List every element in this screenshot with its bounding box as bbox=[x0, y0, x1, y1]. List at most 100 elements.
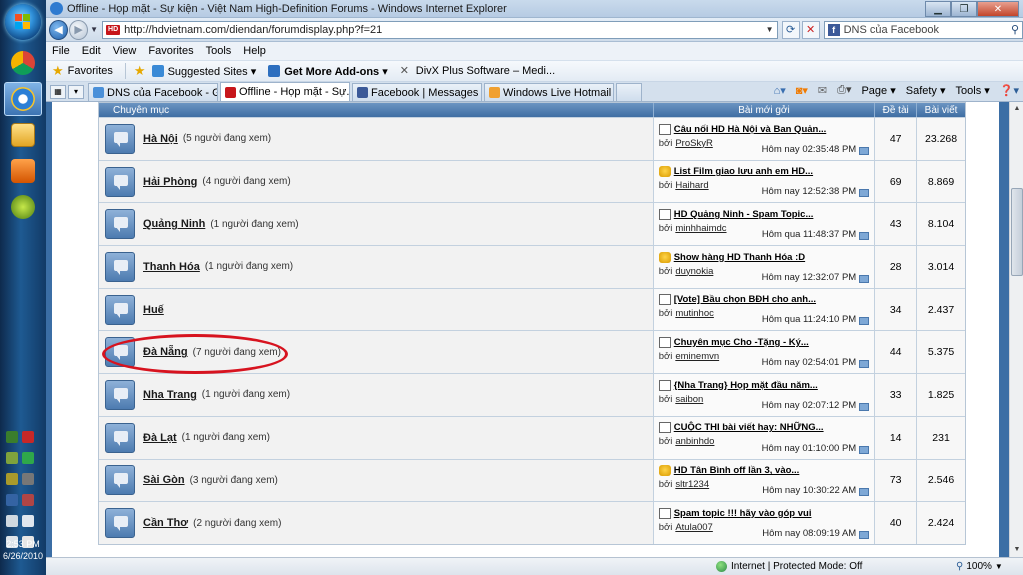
new-tab-button[interactable] bbox=[616, 83, 642, 101]
scroll-down-icon[interactable]: ▼ bbox=[1011, 543, 1023, 557]
forward-button[interactable]: ▶ bbox=[69, 19, 89, 40]
tab-hotmail[interactable]: Windows Live Hotmail bbox=[484, 83, 614, 101]
search-box[interactable]: f DNS của Facebook ⚲ bbox=[823, 20, 1023, 39]
close-button[interactable]: ✕ bbox=[977, 1, 1019, 17]
forum-link[interactable]: Huế bbox=[143, 304, 164, 316]
history-dropdown-icon[interactable]: ▼ bbox=[90, 25, 98, 34]
forum-link[interactable]: Nha Trang bbox=[143, 389, 197, 401]
last-post-link[interactable]: Show hàng HD Thanh Hóa :D bbox=[658, 250, 870, 264]
last-post-link[interactable]: Spam topic !!! hãy vào góp vui bbox=[658, 506, 870, 520]
tab-dns-facebook[interactable]: DNS của Facebook - Goog... bbox=[88, 83, 218, 101]
forum-link[interactable]: Hà Nội bbox=[143, 133, 178, 145]
tray-battery-icon[interactable] bbox=[6, 431, 18, 443]
help-icon[interactable]: ❓▾ bbox=[1000, 84, 1019, 97]
page-menu[interactable]: Page ▾ bbox=[861, 84, 895, 97]
go-to-last-post-icon[interactable] bbox=[859, 488, 870, 497]
last-post-user[interactable]: Haihard bbox=[675, 180, 708, 191]
forum-link[interactable]: Sài Gòn bbox=[143, 474, 185, 486]
last-post-link[interactable]: List Film giao lưu anh em HD... bbox=[658, 165, 870, 179]
tray-shield-icon[interactable] bbox=[22, 473, 34, 485]
last-post-user[interactable]: mutinhoc bbox=[675, 308, 714, 319]
forum-link[interactable]: Hải Phòng bbox=[143, 176, 197, 188]
last-post-user[interactable]: ProSkyR bbox=[675, 138, 712, 149]
last-post-user[interactable]: saibon bbox=[675, 394, 703, 405]
forum-link[interactable]: Cần Thơ bbox=[143, 517, 188, 529]
taskbar-chrome[interactable] bbox=[4, 46, 42, 80]
fav-get-more-addons[interactable]: Get More Add-ons ▾ bbox=[268, 65, 388, 78]
stop-icon[interactable]: ✕ bbox=[801, 20, 820, 39]
forum-link[interactable]: Thanh Hóa bbox=[143, 261, 200, 273]
maximize-button[interactable]: ❐ bbox=[951, 1, 977, 17]
search-icon[interactable]: ⚲ bbox=[1011, 23, 1019, 36]
forum-link[interactable]: Quảng Ninh bbox=[143, 218, 205, 230]
tray-app-icon[interactable] bbox=[6, 452, 18, 464]
tab-facebook-messages[interactable]: Facebook | Messages bbox=[352, 83, 482, 101]
forum-link[interactable]: Đà Lạt bbox=[143, 432, 177, 444]
scrollbar-thumb[interactable] bbox=[1011, 188, 1023, 276]
minimize-button[interactable]: ▁ bbox=[925, 1, 951, 17]
fav-suggested-sites[interactable]: Suggested Sites ▾ bbox=[151, 65, 256, 78]
last-post-link[interactable]: HD Quảng Ninh - Spam Topic... bbox=[658, 207, 870, 221]
tab-offline-hop-mat[interactable]: Offline - Họp mặt - Sự... ✕ bbox=[220, 82, 350, 101]
last-post-user[interactable]: eminemvn bbox=[675, 351, 719, 362]
last-post-link[interactable]: {Nha Trang} Họp mặt đầu năm... bbox=[658, 378, 870, 392]
go-to-last-post-icon[interactable] bbox=[859, 232, 870, 241]
forum-link[interactable]: Đà Nẵng bbox=[143, 346, 188, 358]
go-to-last-post-icon[interactable] bbox=[859, 360, 870, 369]
go-to-last-post-icon[interactable] bbox=[859, 445, 870, 454]
back-button[interactable]: ◀ bbox=[49, 19, 69, 40]
last-post-user[interactable]: Atula007 bbox=[675, 522, 713, 533]
tray-n-icon[interactable] bbox=[6, 494, 18, 506]
go-to-last-post-icon[interactable] bbox=[859, 530, 870, 539]
add-favorite-icon[interactable]: ★ bbox=[134, 63, 146, 79]
menu-favorites[interactable]: Favorites bbox=[148, 45, 193, 57]
go-to-last-post-icon[interactable] bbox=[859, 317, 870, 326]
clock[interactable]: 2:53 PM 6/26/2010 bbox=[0, 538, 46, 562]
address-bar[interactable]: HD http://hdvietnam.com/diendan/forumdis… bbox=[102, 20, 778, 39]
last-post-link[interactable]: CUỘC THI bài viết hay: NHỮNG... bbox=[658, 421, 870, 435]
last-post-link[interactable]: Chuyên mục Cho -Tặng - Ký... bbox=[658, 335, 870, 349]
tray-play-icon[interactable] bbox=[22, 452, 34, 464]
zoom-control[interactable]: ⚲ 100% ▼ bbox=[956, 561, 1003, 572]
tools-menu[interactable]: Tools ▾ bbox=[956, 84, 990, 97]
tab-list-icon[interactable]: ▾ bbox=[68, 85, 84, 99]
go-to-last-post-icon[interactable] bbox=[859, 402, 870, 411]
last-post-link[interactable]: HD Tân Bình off lần 3, vào... bbox=[658, 464, 870, 478]
last-post-user[interactable]: sltr1234 bbox=[675, 479, 709, 490]
menu-file[interactable]: File bbox=[52, 45, 70, 57]
taskbar-internet-explorer[interactable] bbox=[4, 82, 42, 116]
start-button[interactable] bbox=[5, 4, 41, 40]
security-zone[interactable]: Internet | Protected Mode: Off bbox=[716, 561, 862, 572]
last-post-link[interactable]: [Vote] Bầu chọn BĐH cho anh... bbox=[658, 293, 870, 307]
refresh-icon[interactable]: ⟳ bbox=[781, 20, 800, 39]
menu-view[interactable]: View bbox=[113, 45, 137, 57]
menu-help[interactable]: Help bbox=[243, 45, 266, 57]
tray-v-icon[interactable] bbox=[22, 431, 34, 443]
taskbar-explorer[interactable] bbox=[4, 118, 42, 152]
taskbar-app[interactable] bbox=[4, 190, 42, 224]
menu-edit[interactable]: Edit bbox=[82, 45, 101, 57]
last-post-user[interactable]: anbinhdo bbox=[675, 436, 714, 447]
tray-update-icon[interactable] bbox=[6, 515, 18, 527]
tray-rocket-icon[interactable] bbox=[22, 494, 34, 506]
scroll-up-icon[interactable]: ▲ bbox=[1011, 102, 1023, 116]
menu-tools[interactable]: Tools bbox=[206, 45, 232, 57]
address-dropdown-icon[interactable]: ▼ bbox=[766, 25, 774, 34]
go-to-last-post-icon[interactable] bbox=[859, 146, 870, 155]
last-post-link[interactable]: Câu nối HD Hà Nội và Ban Quản... bbox=[658, 122, 870, 136]
safety-menu[interactable]: Safety ▾ bbox=[906, 84, 946, 97]
quick-tabs-icon[interactable]: ▦ bbox=[50, 85, 66, 99]
fav-divx[interactable]: ✕ DivX Plus Software – Medi... bbox=[400, 65, 555, 77]
last-post-user[interactable]: duynokia bbox=[675, 266, 713, 277]
print-icon[interactable]: ⎙▾ bbox=[837, 83, 851, 97]
taskbar-media-player[interactable] bbox=[4, 154, 42, 188]
last-post-user[interactable]: minhhaimdc bbox=[675, 223, 726, 234]
read-mail-icon[interactable]: ✉ bbox=[818, 84, 827, 97]
home-icon[interactable]: ⌂▾ bbox=[774, 84, 786, 97]
favorites-button[interactable]: ★ Favorites bbox=[52, 63, 113, 79]
tray-wand-icon[interactable] bbox=[6, 473, 18, 485]
go-to-last-post-icon[interactable] bbox=[859, 189, 870, 198]
feeds-icon[interactable]: ◙▾ bbox=[796, 84, 808, 97]
vertical-scrollbar[interactable]: ▲ ▼ bbox=[1009, 102, 1023, 557]
go-to-last-post-icon[interactable] bbox=[859, 274, 870, 283]
